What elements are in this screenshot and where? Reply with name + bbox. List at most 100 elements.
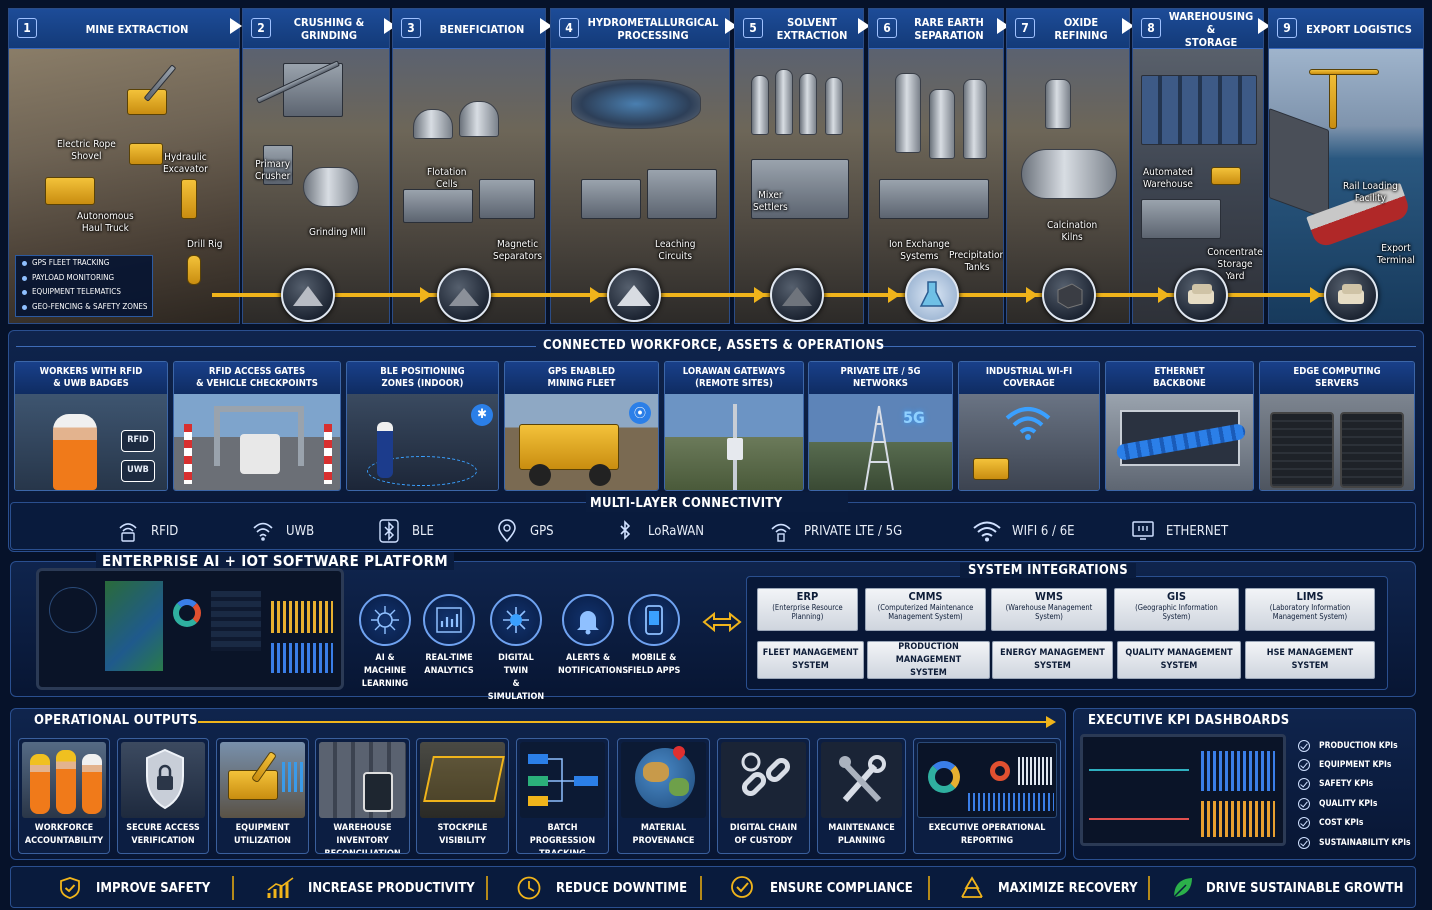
conn-ble[interactable]: BLE bbox=[376, 519, 434, 543]
card-title: ETHERNET BACKBONE bbox=[1106, 362, 1253, 394]
shield-lock-icon bbox=[146, 748, 184, 810]
benefit-maximize-recovery[interactable]: MAXIMIZE RECOVERY bbox=[958, 876, 1138, 900]
leaf-icon bbox=[1173, 878, 1192, 898]
stockpile-grid bbox=[423, 756, 505, 802]
module-mobile-apps[interactable]: MOBILE & FIELD APPS bbox=[624, 594, 684, 678]
system-sub: (Laboratory Information Management Syste… bbox=[1269, 603, 1351, 621]
card-image: RFID UWB bbox=[15, 394, 167, 490]
conn-label: GPS bbox=[530, 523, 554, 539]
kpi-dashboard-screen bbox=[1080, 734, 1286, 846]
card-industrial-wifi[interactable]: INDUSTRIAL WI-FI COVERAGE bbox=[958, 361, 1100, 491]
stage-label: Electric Rope Shovel bbox=[57, 139, 116, 162]
system-production-management[interactable]: PRODUCTION MANAGEMENT SYSTEM bbox=[867, 641, 990, 679]
drill-rig bbox=[181, 179, 197, 219]
card-image: ✱ bbox=[347, 394, 498, 490]
conn-private-lte[interactable]: PRIVATE LTE / 5G bbox=[768, 519, 902, 543]
oxide-block-icon bbox=[1042, 268, 1096, 322]
system-erp[interactable]: ERP (Enterprise Resource Planning) bbox=[757, 588, 858, 631]
conn-wifi[interactable]: WIFI 6 / 6E bbox=[972, 519, 1075, 543]
outputs-title: OPERATIONAL OUTPUTS bbox=[34, 713, 198, 728]
output-workforce-accountability[interactable]: WORKFORCE ACCOUNTABILITY bbox=[18, 738, 110, 854]
output-warehouse-inventory[interactable]: WAREHOUSE INVENTORY RECONCILIATION bbox=[315, 738, 410, 854]
card-lorawan-gateways[interactable]: LORAWAN GATEWAYS (REMOTE SITES) bbox=[664, 361, 804, 491]
list-widget bbox=[211, 591, 261, 651]
system-energy-management[interactable]: ENERGY MANAGEMENT SYSTEM bbox=[992, 641, 1113, 679]
feature-item: GPS FLEET TRACKING bbox=[16, 256, 152, 271]
benefit-increase-productivity[interactable]: INCREASE PRODUCTIVITY bbox=[266, 876, 475, 900]
card-ethernet-backbone[interactable]: ETHERNET BACKBONE bbox=[1105, 361, 1254, 491]
bar-widget bbox=[1018, 757, 1054, 785]
output-executive-reporting[interactable]: EXECUTIVE OPERATIONAL REPORTING bbox=[913, 738, 1061, 854]
conn-rfid[interactable]: RFID bbox=[115, 519, 178, 543]
conn-uwb[interactable]: UWB bbox=[250, 519, 314, 543]
worker-figure bbox=[30, 754, 50, 814]
system-lims[interactable]: LIMS (Laboratory Information Management S… bbox=[1245, 588, 1375, 631]
card-edge-computing[interactable]: EDGE COMPUTING SERVERS bbox=[1259, 361, 1415, 491]
forklift bbox=[1211, 167, 1241, 185]
card-image bbox=[665, 394, 803, 490]
module-digital-twin[interactable]: DIGITAL TWIN & SIMULATION bbox=[486, 594, 546, 704]
divider bbox=[866, 346, 1416, 347]
kpi-item[interactable]: PRODUCTION KPIs bbox=[1298, 740, 1398, 752]
check-circle-icon bbox=[1298, 837, 1310, 849]
benefit-reduce-downtime[interactable]: REDUCE DOWNTIME bbox=[516, 876, 687, 900]
landmass bbox=[669, 778, 689, 796]
kpi-item[interactable]: QUALITY KPIs bbox=[1298, 798, 1377, 810]
output-equipment-utilization[interactable]: EQUIPMENT UTILIZATION bbox=[216, 738, 309, 854]
system-hse-management[interactable]: HSE MANAGEMENT SYSTEM bbox=[1245, 641, 1375, 679]
cell-tower-icon bbox=[768, 519, 794, 543]
kpi-item[interactable]: SUSTAINABILITY KPIs bbox=[1298, 837, 1411, 849]
system-fleet-management[interactable]: FLEET MANAGEMENT SYSTEM bbox=[757, 641, 864, 679]
wifi-icon bbox=[1005, 407, 1051, 440]
card-private-lte-5g[interactable]: PRIVATE LTE / 5G NETWORKS 5G bbox=[808, 361, 953, 491]
system-gis[interactable]: GIS (Geographic Information System) bbox=[1114, 588, 1239, 631]
conn-lorawan[interactable]: LoRaWAN bbox=[612, 519, 704, 543]
card-workers-badges[interactable]: WORKERS WITH RFID & UWB BADGES RFID UWB bbox=[14, 361, 168, 491]
stage-number: 4 bbox=[559, 18, 579, 38]
feature-item: PAYLOAD MONITORING bbox=[16, 271, 152, 286]
module-alerts[interactable]: ALERTS & NOTIFICATIONS bbox=[558, 594, 628, 678]
card-image bbox=[174, 394, 340, 490]
output-label: EXECUTIVE OPERATIONAL REPORTING bbox=[928, 823, 1046, 846]
platform-dashboard-screen bbox=[36, 568, 344, 690]
system-name: CMMS bbox=[908, 590, 943, 603]
flow-arrowhead bbox=[420, 287, 432, 303]
output-material-provenance[interactable]: MATERIAL PROVENANCE bbox=[617, 738, 710, 854]
module-real-time-analytics[interactable]: REAL-TIME ANALYTICS bbox=[419, 594, 479, 678]
gateway-box bbox=[727, 438, 743, 460]
benefit-sustainable-growth[interactable]: DRIVE SUSTAINABLE GROWTH bbox=[1170, 876, 1403, 900]
flotation-cell bbox=[459, 101, 499, 137]
conn-label: LoRaWAN bbox=[648, 523, 705, 539]
benefit-ensure-compliance[interactable]: ENSURE COMPLIANCE bbox=[728, 876, 913, 900]
benefit-improve-safety[interactable]: IMPROVE SAFETY bbox=[58, 876, 210, 900]
benefit-label: IMPROVE SAFETY bbox=[96, 880, 211, 896]
kpi-item[interactable]: EQUIPMENT KPIs bbox=[1298, 759, 1391, 771]
card-ble-positioning[interactable]: BLE POSITIONING ZONES (INDOOR) ✱ bbox=[346, 361, 499, 491]
card-title: BLE POSITIONING ZONES (INDOOR) bbox=[347, 362, 498, 394]
workforce-title: CONNECTED WORKFORCE, ASSETS & OPERATIONS bbox=[543, 338, 885, 353]
storage-yard bbox=[1141, 199, 1221, 239]
card-title: WORKERS WITH RFID & UWB BADGES bbox=[15, 362, 167, 394]
conn-gps[interactable]: GPS bbox=[494, 519, 554, 543]
output-stockpile-visibility[interactable]: STOCKPILE VISIBILITY bbox=[416, 738, 509, 854]
system-quality-management[interactable]: QUALITY MANAGEMENT SYSTEM bbox=[1117, 641, 1241, 679]
card-rfid-access-gates[interactable]: RFID ACCESS GATES & VEHICLE CHECKPOINTS bbox=[173, 361, 341, 491]
system-cmms[interactable]: CMMS (Computerized Maintenance Management… bbox=[865, 588, 986, 631]
kpi-item[interactable]: SAFETY KPIs bbox=[1298, 778, 1373, 790]
system-wms[interactable]: WMS (Warehouse Management System) bbox=[991, 588, 1107, 631]
output-digital-chain-custody[interactable]: DIGITAL CHAIN OF CUSTODY bbox=[717, 738, 810, 854]
ethernet-icon bbox=[1130, 519, 1156, 543]
output-maintenance-planning[interactable]: MAINTENANCE PLANNING bbox=[817, 738, 906, 854]
output-secure-access[interactable]: SECURE ACCESS VERIFICATION bbox=[117, 738, 209, 854]
stage-number: 8 bbox=[1141, 18, 1161, 38]
conn-ethernet[interactable]: ETHERNET bbox=[1130, 519, 1228, 543]
stage-mine-extraction[interactable]: 1 MINE EXTRACTION Electric Rope Shovel H… bbox=[8, 8, 240, 324]
kpi-item[interactable]: COST KPIs bbox=[1298, 817, 1363, 829]
precipitation-tank bbox=[963, 79, 987, 159]
module-ai-ml[interactable]: AI & MACHINE LEARNING bbox=[355, 594, 415, 691]
system-name: PRODUCTION MANAGEMENT SYSTEM bbox=[895, 641, 962, 678]
card-gps-mining-fleet[interactable]: GPS ENABLED MINING FLEET ⦿ bbox=[504, 361, 659, 491]
output-batch-tracking[interactable]: BATCH PROGRESSION TRACKING bbox=[516, 738, 609, 854]
flowchart-icon bbox=[528, 754, 598, 806]
bar-widget bbox=[968, 793, 1054, 811]
